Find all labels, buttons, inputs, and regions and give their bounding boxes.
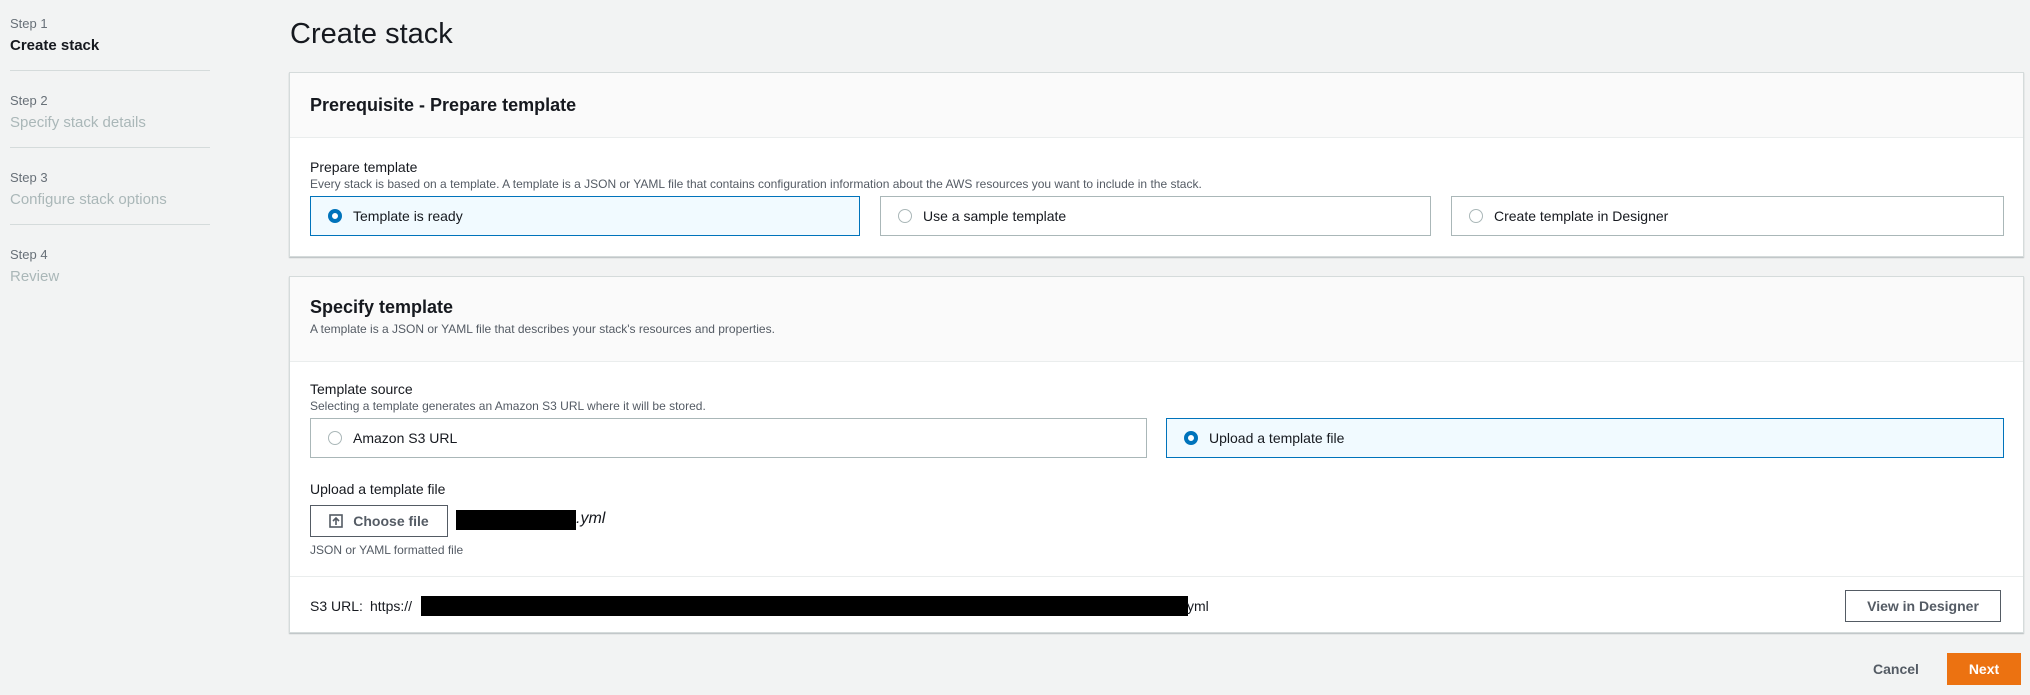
specify-template-panel-header: Specify template A template is a JSON or… (290, 277, 2023, 362)
option-label: Template is ready (353, 208, 463, 224)
radio-unselected-icon[interactable] (898, 209, 912, 223)
s3-url-label: S3 URL: (310, 598, 363, 614)
step-number: Step 4 (10, 247, 48, 262)
wizard-step-4[interactable]: Step 4 Review (10, 245, 210, 301)
upload-template-label: Upload a template file (310, 481, 446, 497)
specify-template-description: A template is a JSON or YAML file that d… (310, 322, 775, 336)
redacted-s3-url (421, 596, 1188, 616)
step-number: Step 3 (10, 170, 48, 185)
divider (290, 576, 2023, 577)
next-label: Next (1968, 661, 2000, 677)
option-create-in-designer[interactable]: Create template in Designer (1451, 196, 2004, 236)
step-title: Review (10, 268, 60, 285)
radio-unselected-icon[interactable] (1469, 209, 1483, 223)
option-label: Amazon S3 URL (353, 430, 458, 446)
choose-file-button[interactable]: Choose file (310, 505, 448, 537)
file-name-suffix: .yml (576, 510, 606, 527)
template-source-description: Selecting a template generates an Amazon… (310, 399, 706, 413)
radio-unselected-icon[interactable] (328, 431, 342, 445)
source-amazon-s3-url[interactable]: Amazon S3 URL (310, 418, 1147, 458)
prerequisite-panel: Prerequisite - Prepare template Prepare … (289, 72, 2024, 257)
prerequisite-title: Prerequisite - Prepare template (310, 95, 577, 115)
wizard-step-3[interactable]: Step 3 Configure stack options (10, 168, 210, 225)
wizard-step-2[interactable]: Step 2 Specify stack details (10, 91, 210, 148)
view-in-designer-label: View in Designer (1867, 598, 1979, 614)
step-title: Create stack (10, 37, 100, 54)
prepare-template-label: Prepare template (310, 159, 418, 175)
step-number: Step 2 (10, 93, 48, 108)
option-label: Upload a template file (1209, 430, 1345, 446)
prerequisite-panel-header: Prerequisite - Prepare template (290, 73, 2023, 138)
create-stack-page: Step 1 Create stack Step 2 Specify stack… (0, 0, 2030, 695)
radio-selected-icon[interactable] (1184, 431, 1198, 445)
page-title: Create stack (290, 18, 453, 50)
choose-file-label: Choose file (353, 513, 429, 529)
specify-template-panel: Specify template A template is a JSON or… (289, 276, 2024, 633)
specify-template-title: Specify template (310, 297, 454, 317)
file-format-hint: JSON or YAML formatted file (310, 543, 464, 557)
s3-url-prefix: https:// (370, 598, 413, 614)
s3-url-suffix: yml (1187, 598, 1209, 614)
option-use-sample-template[interactable]: Use a sample template (880, 196, 1431, 236)
wizard-steps-nav: Step 1 Create stack Step 2 Specify stack… (10, 14, 210, 321)
redacted-file-name (456, 510, 576, 530)
template-source-label: Template source (310, 381, 413, 397)
step-title: Configure stack options (10, 191, 167, 208)
next-button[interactable]: Next (1947, 653, 2021, 685)
template-source-label-group: Template source Selecting a template gen… (310, 380, 706, 414)
prepare-template-description: Every stack is based on a template. A te… (310, 177, 1202, 191)
option-template-is-ready[interactable]: Template is ready (310, 196, 860, 236)
step-number: Step 1 (10, 16, 48, 31)
option-label: Create template in Designer (1494, 208, 1669, 224)
cancel-button[interactable]: Cancel (1873, 661, 1919, 677)
wizard-step-1[interactable]: Step 1 Create stack (10, 14, 210, 71)
view-in-designer-button[interactable]: View in Designer (1845, 590, 2001, 622)
step-title: Specify stack details (10, 114, 146, 131)
option-label: Use a sample template (923, 208, 1067, 224)
radio-selected-icon[interactable] (328, 209, 342, 223)
prepare-template-label-group: Prepare template Every stack is based on… (310, 158, 1202, 192)
source-upload-template-file[interactable]: Upload a template file (1166, 418, 2004, 458)
upload-icon (329, 514, 344, 528)
